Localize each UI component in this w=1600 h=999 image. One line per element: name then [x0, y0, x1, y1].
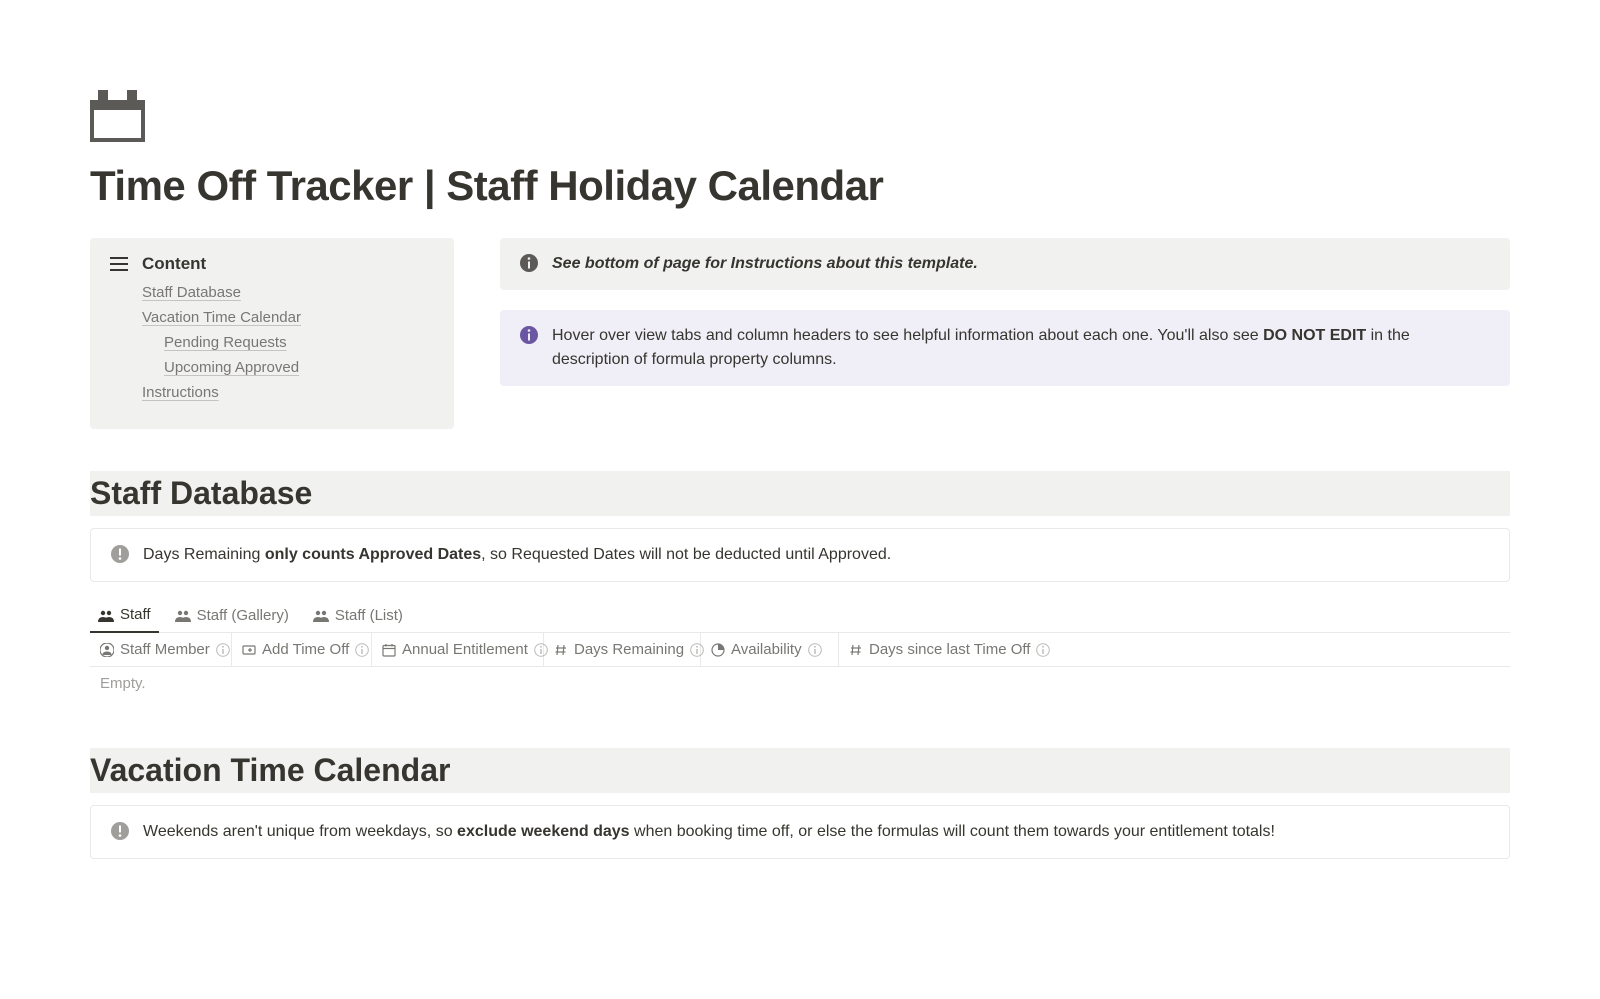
info-icon: [690, 643, 704, 657]
info-icon: [520, 254, 538, 272]
people-icon: [175, 609, 191, 621]
section-header-staff-database: Staff Database: [90, 471, 1510, 516]
section-header-vacation-calendar: Vacation Time Calendar: [90, 748, 1510, 793]
column-availability[interactable]: Availability: [701, 633, 839, 666]
calendar-icon: [382, 643, 396, 657]
heading-staff-database: Staff Database: [90, 475, 1510, 512]
table-of-contents: Content Staff Database Vacation Time Cal…: [90, 238, 454, 429]
toc-link-vacation-calendar[interactable]: Vacation Time Calendar: [142, 309, 301, 326]
info-icon: [1036, 643, 1050, 657]
menu-icon: [110, 257, 128, 271]
table-empty-state: Empty.: [90, 667, 1510, 700]
alert-icon: [111, 545, 129, 563]
number-icon: [849, 643, 863, 657]
tab-staff-gallery[interactable]: Staff (Gallery): [167, 600, 297, 632]
toc-link-pending-requests[interactable]: Pending Requests: [164, 334, 287, 351]
toc-link-upcoming-approved[interactable]: Upcoming Approved: [164, 359, 299, 376]
page-icon: [90, 90, 145, 142]
column-days-since-last[interactable]: Days since last Time Off: [839, 633, 1510, 666]
people-icon: [98, 609, 114, 621]
button-icon: [242, 643, 256, 657]
progress-icon: [711, 643, 725, 657]
callout-weekend-note: Weekends aren't unique from weekdays, so…: [90, 805, 1510, 859]
tab-staff[interactable]: Staff: [90, 600, 159, 633]
tab-staff-list[interactable]: Staff (List): [305, 600, 411, 632]
toc-title: Content: [142, 254, 206, 274]
callout-text: See bottom of page for Instructions abou…: [552, 252, 978, 276]
view-tabs-staff: Staff Staff (Gallery) Staff (List): [90, 600, 1510, 633]
callout-days-remaining-note: Days Remaining only counts Approved Date…: [90, 528, 1510, 582]
number-icon: [554, 643, 568, 657]
callout-instructions-hint: See bottom of page for Instructions abou…: [500, 238, 1510, 290]
page-title: Time Off Tracker | Staff Holiday Calenda…: [90, 162, 1510, 210]
column-staff-member[interactable]: Staff Member: [90, 633, 232, 666]
alert-icon: [111, 822, 129, 840]
callout-text: Weekends aren't unique from weekdays, so…: [143, 820, 1275, 844]
person-icon: [100, 643, 114, 657]
people-icon: [313, 609, 329, 621]
callout-hover-hint: Hover over view tabs and column headers …: [500, 310, 1510, 386]
info-icon: [355, 643, 369, 657]
table-header-row: Staff Member Add Time Off Annual Entitle…: [90, 633, 1510, 667]
info-icon: [808, 643, 822, 657]
callout-text: Days Remaining only counts Approved Date…: [143, 543, 891, 567]
toc-link-instructions[interactable]: Instructions: [142, 384, 219, 401]
info-icon: [216, 643, 230, 657]
column-annual-entitlement[interactable]: Annual Entitlement: [372, 633, 544, 666]
column-days-remaining[interactable]: Days Remaining: [544, 633, 701, 666]
callout-text: Hover over view tabs and column headers …: [552, 324, 1490, 372]
toc-link-staff-database[interactable]: Staff Database: [142, 284, 241, 301]
info-icon: [534, 643, 548, 657]
info-icon: [520, 326, 538, 344]
column-add-time-off[interactable]: Add Time Off: [232, 633, 372, 666]
heading-vacation-calendar: Vacation Time Calendar: [90, 752, 1510, 789]
